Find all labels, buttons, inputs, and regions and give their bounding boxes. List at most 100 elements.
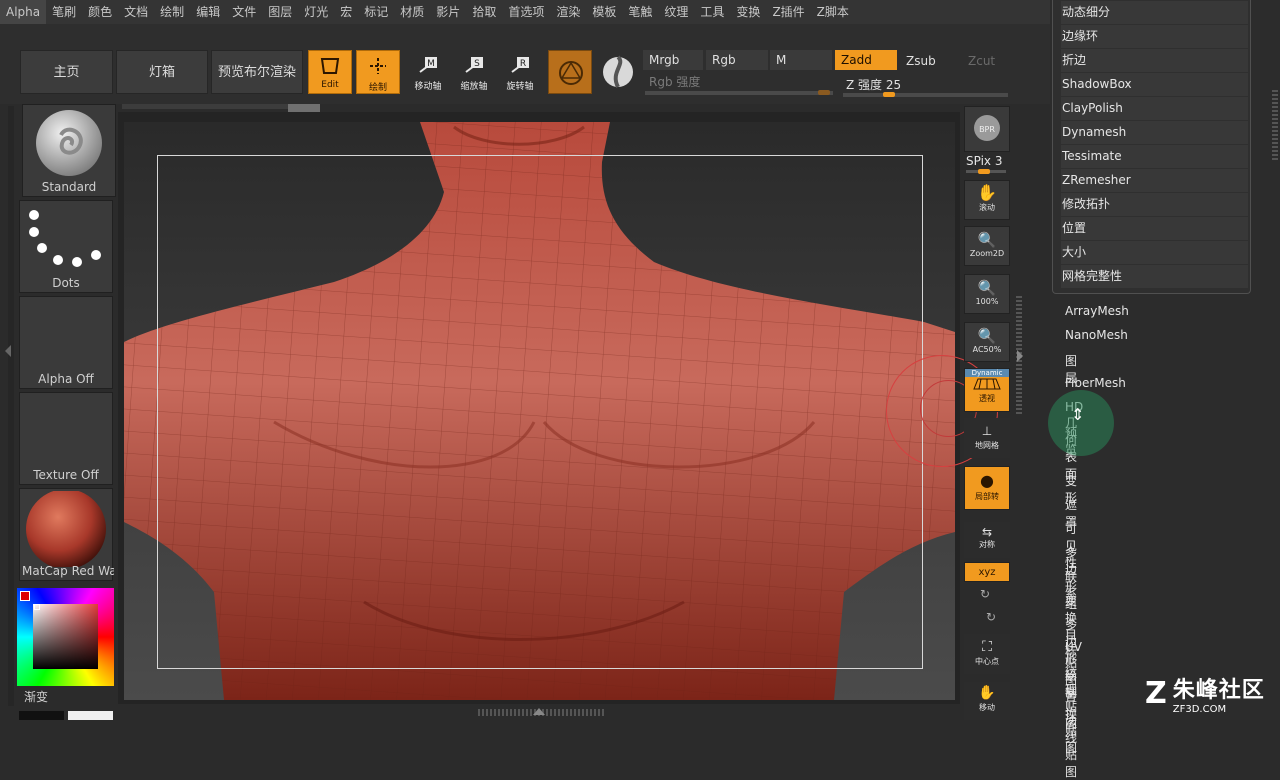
spix-slider[interactable]: SPix 3: [966, 154, 1002, 168]
color-cursor[interactable]: [34, 604, 40, 610]
brush-thumbnail[interactable]: Standard: [22, 104, 116, 197]
move-view-button[interactable]: ✋ 移动: [964, 682, 1010, 720]
polyframe-sphere-icon: [559, 61, 583, 85]
lightbox-button[interactable]: 灯箱: [116, 50, 208, 94]
bpr-preview-button[interactable]: 预览布尔渲染: [211, 50, 303, 94]
menu-item[interactable]: 工具: [694, 0, 730, 24]
geometry-submenu-item[interactable]: ShadowBox: [1061, 73, 1248, 96]
menu-item[interactable]: 笔触: [622, 0, 658, 24]
xyz-button[interactable]: xyz: [964, 562, 1010, 582]
antialiased-half-button[interactable]: 🔍 AC50%: [964, 322, 1010, 362]
geometry-submenu-item[interactable]: 位置: [1061, 217, 1248, 240]
menu-item[interactable]: 文档: [118, 0, 154, 24]
draw-button[interactable]: 绘制: [356, 50, 400, 94]
sphere-tool-button[interactable]: [548, 50, 592, 94]
menu-item[interactable]: 首选项: [502, 0, 550, 24]
dots-stroke-icon: [29, 210, 101, 267]
frame-icon: ⛶: [982, 639, 992, 655]
rotate-z-icon[interactable]: ↻: [986, 610, 996, 624]
menu-item[interactable]: 拾取: [466, 0, 502, 24]
geometry-submenu-item[interactable]: 大小: [1061, 241, 1248, 264]
menu-item[interactable]: Alpha: [0, 0, 47, 24]
menu-item[interactable]: 标记: [358, 0, 394, 24]
menu-item[interactable]: 变换: [730, 0, 766, 24]
z-intensity-knob[interactable]: [883, 92, 895, 97]
geometry-submenu-item[interactable]: 边缘环: [1061, 25, 1248, 48]
move-button[interactable]: M 移动轴: [406, 50, 450, 94]
menu-item[interactable]: 材质: [394, 0, 430, 24]
mrgb-button[interactable]: Mrgb: [643, 50, 703, 70]
geometry-submenu-item[interactable]: 动态细分: [1061, 1, 1248, 24]
menu-item[interactable]: 笔刷: [46, 0, 82, 24]
rgb-intensity-track[interactable]: [645, 91, 833, 95]
menu-item[interactable]: Z插件: [766, 0, 810, 24]
z-intensity-slider[interactable]: Z 强度 25: [840, 75, 1010, 95]
gradient-label[interactable]: 渐变: [24, 688, 48, 705]
canvas-scroll-bar[interactable]: [122, 104, 308, 109]
canvas-scroll-thumb[interactable]: [288, 104, 320, 112]
menu-item[interactable]: 绘制: [154, 0, 190, 24]
menu-item[interactable]: 文件: [226, 0, 262, 24]
zoom2d-button[interactable]: 🔍 Zoom2D: [964, 226, 1010, 266]
actual-size-button[interactable]: 🔍 100%: [964, 274, 1010, 314]
menu-item[interactable]: 灯光: [298, 0, 334, 24]
bpr-render-button[interactable]: BPR: [964, 106, 1010, 152]
palette-item[interactable]: 法线贴图: [1065, 712, 1077, 780]
alpha-thumbnail[interactable]: Alpha Off: [19, 296, 113, 389]
dynamic-label[interactable]: Dynamic: [965, 369, 1009, 377]
geometry-submenu-item[interactable]: Tessimate: [1061, 145, 1248, 168]
collapse-left-arrow-icon[interactable]: [5, 345, 11, 357]
material-sphere-button[interactable]: [596, 50, 640, 94]
symmetry-arrows-icon: ⇆: [981, 525, 993, 539]
m-button[interactable]: M: [770, 50, 832, 70]
palette-item[interactable]: NanoMesh: [1065, 328, 1128, 342]
perspective-button[interactable]: Dynamic 透视: [964, 368, 1010, 412]
geometry-submenu-item[interactable]: ZRemesher: [1061, 169, 1248, 192]
geometry-submenu-item[interactable]: 修改拓扑: [1061, 193, 1248, 216]
palette-scroll-handle[interactable]: [1272, 90, 1278, 160]
stroke-thumbnail[interactable]: Dots: [19, 200, 113, 293]
secondary-color-swatch[interactable]: [19, 711, 64, 720]
symmetry-button[interactable]: ⇆ 对称: [964, 522, 1010, 558]
menu-item[interactable]: 图层: [262, 0, 298, 24]
rotate-y-icon[interactable]: ↻: [980, 587, 990, 601]
palette-item[interactable]: ArrayMesh: [1065, 304, 1129, 318]
menu-item[interactable]: 编辑: [190, 0, 226, 24]
scroll-button[interactable]: ✋ 滚动: [964, 180, 1010, 220]
rotate-button[interactable]: R 旋转轴: [498, 50, 542, 94]
material-thumbnail[interactable]: MatCap Red Wax: [19, 488, 114, 581]
spix-knob[interactable]: [978, 169, 990, 174]
zadd-button[interactable]: Zadd: [835, 50, 897, 70]
menu-item[interactable]: 模板: [586, 0, 622, 24]
local-transform-button[interactable]: ● 局部转: [964, 466, 1010, 510]
rgb-intensity-knob[interactable]: [818, 90, 830, 95]
geometry-submenu-item[interactable]: 折边: [1061, 49, 1248, 72]
z-intensity-track[interactable]: [843, 93, 1008, 97]
color-saturation-square[interactable]: [33, 604, 98, 669]
palette-item[interactable]: FiberMesh: [1065, 376, 1126, 390]
menu-item[interactable]: 影片: [430, 0, 466, 24]
menu-item[interactable]: Z脚本: [811, 0, 855, 24]
rgb-button[interactable]: Rgb: [706, 50, 768, 70]
menu-item[interactable]: 宏: [334, 0, 358, 24]
geometry-submenu-item[interactable]: Dynamesh: [1061, 121, 1248, 144]
zsub-button[interactable]: Zsub: [900, 51, 960, 71]
expand-right-arrow-icon[interactable]: [1017, 350, 1023, 362]
edit-button[interactable]: Edit: [308, 50, 352, 94]
texture-thumbnail[interactable]: Texture Off: [19, 392, 113, 485]
geometry-submenu-item[interactable]: 网格完整性: [1061, 265, 1248, 288]
geometry-submenu-item[interactable]: ClayPolish: [1061, 97, 1248, 120]
expand-bottom-arrow-icon[interactable]: [533, 708, 545, 715]
zcut-button[interactable]: Zcut: [962, 51, 1012, 71]
scale-button[interactable]: S 缩放轴: [452, 50, 496, 94]
primary-color-swatch[interactable]: [68, 711, 113, 720]
menu-item[interactable]: 颜色: [82, 0, 118, 24]
color-picker[interactable]: [17, 588, 114, 686]
home-button[interactable]: 主页: [20, 50, 113, 94]
menu-item[interactable]: 渲染: [550, 0, 586, 24]
frame-center-button[interactable]: ⛶ 中心点: [964, 634, 1010, 674]
floor-grid-button[interactable]: ⊥ 地网格: [964, 418, 1010, 458]
menu-item[interactable]: 纹理: [658, 0, 694, 24]
main-color-swatch[interactable]: [20, 591, 30, 601]
rgb-intensity-slider[interactable]: Rgb 强度: [643, 72, 833, 92]
